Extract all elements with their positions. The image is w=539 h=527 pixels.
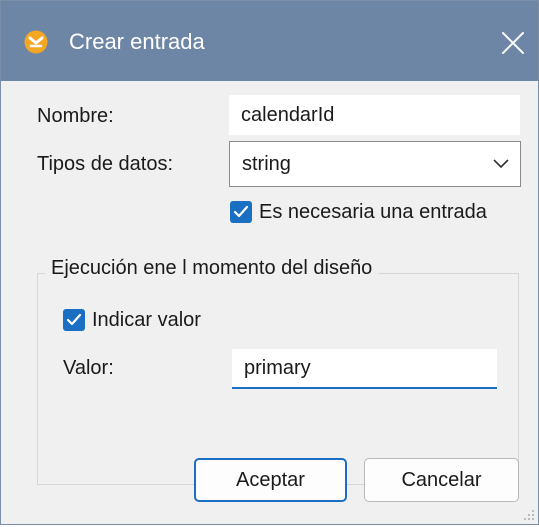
checkmark-icon bbox=[233, 205, 249, 218]
data-type-label: Tipos de datos: bbox=[37, 153, 174, 175]
close-icon bbox=[502, 32, 524, 54]
name-label: Nombre: bbox=[37, 105, 114, 127]
specify-value-checkbox[interactable] bbox=[63, 309, 85, 331]
cancel-button[interactable]: Cancelar bbox=[364, 458, 519, 502]
dialog-content: Nombre: Tipos de datos: string Es necesa… bbox=[1, 81, 538, 524]
ok-button[interactable]: Aceptar bbox=[194, 458, 347, 502]
required-checkbox[interactable] bbox=[230, 201, 252, 223]
chevron-down-icon bbox=[492, 156, 510, 170]
specify-value-label[interactable]: Indicar valor bbox=[92, 307, 201, 333]
value-field[interactable] bbox=[232, 349, 497, 389]
required-label[interactable]: Es necesaria una entrada bbox=[259, 199, 487, 225]
checkmark-icon bbox=[66, 313, 82, 326]
name-input[interactable] bbox=[229, 95, 520, 135]
data-type-select[interactable]: string bbox=[229, 141, 521, 187]
design-time-group-title: Ejecución ene l momento del diseño bbox=[45, 255, 379, 281]
resize-grip-icon[interactable] bbox=[522, 508, 536, 522]
value-input[interactable] bbox=[232, 349, 497, 387]
app-logo-icon bbox=[24, 30, 48, 54]
dialog-window: Crear entrada Nombre: Tipos de datos: st… bbox=[0, 0, 539, 525]
name-field[interactable] bbox=[229, 95, 520, 135]
dialog-title: Crear entrada bbox=[69, 29, 205, 54]
close-button[interactable] bbox=[491, 21, 535, 65]
title-bar[interactable]: Crear entrada bbox=[1, 1, 538, 81]
value-label: Valor: bbox=[63, 357, 114, 379]
data-type-value: string bbox=[242, 153, 291, 175]
